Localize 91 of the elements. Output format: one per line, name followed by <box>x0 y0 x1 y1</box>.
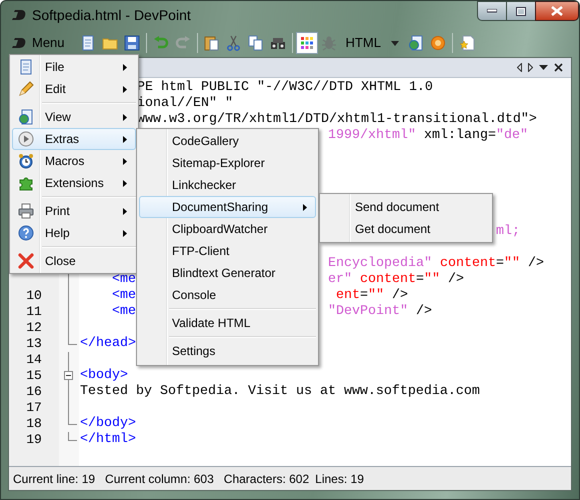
menu-item[interactable]: Extensions <box>12 172 136 194</box>
bug-icon <box>320 35 337 51</box>
code-text: www.w3.org/TR/xhtml1/DTD/xhtml1-transitional.dtd"> <box>137 113 537 127</box>
globe-page-icon <box>408 35 424 51</box>
status-text: Lines: 19 <box>315 470 364 488</box>
minimize-icon <box>487 9 497 13</box>
code-text: </html> <box>80 433 136 447</box>
code-text: "DevPoint" /> <box>328 305 432 319</box>
menu-item[interactable]: Print <box>12 200 136 222</box>
maximize-icon <box>516 6 526 16</box>
code-text: <me <box>112 305 136 319</box>
minimize-button[interactable] <box>477 1 507 21</box>
line-number: 16 <box>26 383 42 402</box>
code-text: <me <box>112 273 136 287</box>
star-document-icon <box>458 35 475 51</box>
menu-item[interactable]: Sitemap-Explorer <box>139 152 316 174</box>
status-text: Current column: 603 <box>105 470 214 488</box>
binoculars-icon <box>270 35 286 51</box>
close-icon <box>551 6 563 16</box>
code-text: er" content="" /> <box>328 273 464 287</box>
help-icon <box>18 225 34 241</box>
language-dropdown[interactable]: HTML <box>340 32 405 54</box>
menu-item[interactable]: DocumentSharing <box>139 196 316 218</box>
printer-icon <box>18 203 34 219</box>
menu-item[interactable]: File <box>12 56 136 78</box>
color-grid-button[interactable] <box>296 32 318 54</box>
maximize-button[interactable] <box>507 1 535 21</box>
line-number: 19 <box>26 431 42 450</box>
menu-item[interactable]: View <box>12 106 136 128</box>
disc-icon <box>430 35 446 51</box>
line-number: 11 <box>26 303 42 322</box>
caret-icon <box>390 40 399 46</box>
color-grid-icon <box>298 35 315 51</box>
copy-icon <box>248 35 264 51</box>
menu-item[interactable]: Console <box>139 284 316 306</box>
puzzle-piece-icon <box>18 175 34 191</box>
undo-icon <box>152 35 169 51</box>
code-text: 1999/xhtml" xml:lang="de" <box>328 129 528 143</box>
redo-icon <box>174 35 191 51</box>
alarm-clock-icon <box>18 153 34 169</box>
line-number: 15 <box>26 367 42 386</box>
line-number: 17 <box>26 399 42 418</box>
play-icon <box>18 131 34 147</box>
dropdown-icon[interactable] <box>539 65 548 70</box>
menu-item[interactable]: FTP-Client <box>139 240 316 262</box>
menu-item[interactable]: Get document <box>322 218 490 240</box>
code-text: <body> <box>80 369 128 383</box>
menu-item[interactable]: Extras <box>12 128 136 150</box>
menu-item[interactable]: Help <box>12 222 136 244</box>
code-text: Tested by Softpedia. Visit us at www.softpedia.com <box>80 385 480 399</box>
menu-item[interactable]: Macros <box>12 150 136 172</box>
code-text: ent="" /> <box>336 289 408 303</box>
paste-icon <box>204 35 220 51</box>
line-number: 14 <box>26 351 42 370</box>
menu-item[interactable]: Edit <box>12 78 136 100</box>
menu-item[interactable]: Blindtext Generator <box>139 262 316 284</box>
line-number: 10 <box>26 287 42 306</box>
code-text: ml; <box>496 225 520 239</box>
menu-item[interactable]: Validate HTML <box>139 312 316 334</box>
close-icon[interactable] <box>554 63 563 72</box>
pencil-icon <box>18 81 34 97</box>
globe-page-icon <box>18 109 34 125</box>
close-icon <box>18 253 34 269</box>
document-icon <box>80 35 96 51</box>
code-text: ional//EN" " <box>137 97 233 111</box>
line-number: 13 <box>26 335 42 354</box>
line-number: 18 <box>26 415 42 434</box>
status-text: Characters: 602 <box>224 470 310 488</box>
menu-item[interactable]: Close <box>12 250 136 272</box>
code-text: Encyclopedia" content="" /> <box>328 257 544 271</box>
window-title: Softpedia.html - DevPoint <box>32 6 191 25</box>
scroll-right-icon[interactable] <box>528 63 533 72</box>
save-icon <box>124 35 140 51</box>
close-button[interactable] <box>535 1 579 21</box>
code-text: </body> <box>80 417 136 431</box>
app-logo-icon <box>11 37 27 49</box>
app-logo-icon <box>11 9 27 21</box>
scissors-icon <box>226 35 242 51</box>
menu-button[interactable]: Menu <box>11 32 71 54</box>
menu-item[interactable]: Settings <box>139 340 316 362</box>
menu-item[interactable]: ClipboardWatcher <box>139 218 316 240</box>
status-text: Current line: 19 <box>13 470 96 488</box>
line-number: 12 <box>26 319 42 338</box>
menu-item[interactable]: Linkchecker <box>139 174 316 196</box>
menu-item[interactable]: Send document <box>322 196 490 218</box>
menu-item[interactable]: CodeGallery <box>139 130 316 152</box>
collapse-icon[interactable] <box>64 371 73 380</box>
scroll-left-icon[interactable] <box>517 63 522 72</box>
code-text: <me <box>112 289 136 303</box>
code-text: </head> <box>80 337 136 351</box>
document-icon <box>18 59 34 75</box>
